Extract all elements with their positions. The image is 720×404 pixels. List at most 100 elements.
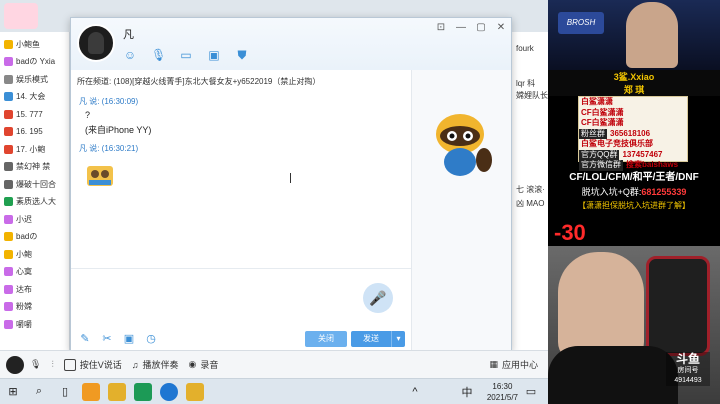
send-button[interactable]: 发送 ▾ [351, 331, 405, 347]
channel-list-item[interactable]: 16. 195 [4, 126, 70, 138]
channel-list-item[interactable]: 爆破十回合 [4, 178, 70, 190]
taskbar-app-icon[interactable] [134, 382, 152, 401]
send-options-chevron-icon[interactable]: ▾ [391, 331, 405, 347]
font-icon[interactable]: ✎ [79, 333, 91, 345]
image-icon[interactable]: ▣ [123, 333, 135, 345]
channel-list-item[interactable]: 14. 大会 [4, 91, 70, 103]
window-minimize-button[interactable]: — [455, 22, 467, 34]
ime-indicator[interactable]: 中 [457, 382, 477, 402]
gaming-chair-image [646, 256, 710, 356]
user-badge-icon [4, 232, 13, 241]
grid-icon: ▦ [489, 359, 498, 369]
equalizer-button[interactable]: ⫶ [51, 359, 53, 370]
shield-icon[interactable]: ⛊ [235, 48, 249, 62]
search-icon[interactable]: ⌕ [29, 382, 49, 402]
taskbar-app-icon[interactable] [160, 382, 178, 401]
streamer-face-image [626, 2, 678, 68]
user-badge-icon [4, 284, 13, 294]
channel-list-item[interactable]: badの [4, 231, 70, 243]
mic-button[interactable]: 🎙 [30, 359, 41, 370]
channel-list-label: 小鲍 [16, 249, 32, 259]
windows-taskbar: ⊞ ⌕ ▯ ^ 中 16:30 2021/5/7 ▭ [0, 378, 548, 404]
channel-list-label: 粉嫦 [16, 302, 32, 311]
send-button-label[interactable]: 发送 [351, 331, 391, 347]
contact-avatar[interactable] [77, 24, 115, 62]
streamer-photo: BROSH [548, 0, 720, 70]
user-avatar[interactable] [6, 355, 24, 374]
taskbar-yy-icon[interactable] [108, 382, 126, 401]
app-center-label: 应用中心 [501, 360, 538, 370]
user-badge-icon [4, 162, 13, 171]
app-logo-icon [4, 3, 38, 29]
emoji-menu-icon[interactable]: ☺ [123, 48, 137, 62]
message-line: ? [85, 110, 91, 120]
window-pin-button[interactable]: ⊡ [435, 22, 447, 34]
window-controls: ⊡ — ▢ ✕ [435, 22, 507, 34]
channel-list-item[interactable]: 小迟 [4, 213, 70, 225]
user-badge-icon [4, 92, 13, 101]
channel-notice: 所在频道: (108)[穿越火线菁手]东北大餐女友+y6522019（禁止对掏） [77, 77, 321, 86]
channel-list-item[interactable]: 心寞 [4, 266, 70, 278]
private-chat-window: 凡 ☺ 🎙 ▭ ▣ ⛊ ⊡ — ▢ ✕ 所在频道: (108)[穿越火线菁手]东… [70, 17, 512, 351]
taskbar-app-icon[interactable] [82, 382, 100, 401]
taskbar-yy-icon[interactable] [186, 382, 204, 401]
record-label: 录音 [200, 360, 219, 370]
channel-list-label: 爆破十回合 [16, 179, 56, 189]
info-row: 白鲨潇潇 [579, 97, 687, 108]
channel-list-item[interactable]: 禁幻神 禁 [4, 161, 70, 173]
app-center-button[interactable]: ▦ 应用中心 [489, 358, 538, 371]
windows-start-icon[interactable]: ⊞ [3, 382, 23, 402]
channel-list-item[interactable]: 娱乐模式 [4, 73, 70, 85]
channel-list-item[interactable]: badの Yxia [4, 56, 70, 68]
info-key: 官方QQ群 [579, 149, 620, 160]
voice-menu-icon[interactable]: 🎙 [151, 48, 166, 62]
streamer-real-name: 郑 琪 [548, 84, 720, 96]
promo-line: 脱坑入坑+Q群:681255339 [548, 185, 720, 198]
chat-header-tools: ☺ 🎙 ▭ ▣ ⛊ [123, 48, 249, 62]
channel-list-label: 禁幻神 禁 [16, 162, 51, 171]
channel-list-item[interactable]: 素质选人大 [4, 196, 70, 208]
channel-list-item[interactable]: 达布 [4, 283, 70, 295]
notification-icon[interactable]: ▭ [521, 382, 541, 402]
close-button[interactable]: 关闭 [305, 331, 347, 347]
user-badge-icon [4, 249, 13, 259]
douyu-logo: 斗鱼 [675, 352, 700, 366]
channel-list-label: 15. 777 [16, 109, 43, 119]
user-badge-icon [4, 57, 13, 66]
task-view-icon[interactable]: ▯ [55, 382, 75, 402]
folder-menu-icon[interactable]: ▭ [179, 48, 193, 62]
message-history[interactable]: 所在频道: (108)[穿越火线菁手]东北大餐女友+y6522019（禁止对掏）… [71, 70, 411, 268]
push-to-talk-toggle[interactable]: 按住V说话 [63, 358, 122, 371]
picture-icon[interactable]: ▣ [207, 48, 221, 62]
info-row: CF白鲨潇潇 [579, 108, 687, 119]
channel-list-item[interactable]: 17. 小鲍 [4, 143, 70, 155]
record-button[interactable]: ◉ 录音 [188, 358, 218, 371]
tray-expand-icon[interactable]: ^ [405, 382, 425, 402]
message-meta: 凡 说: (16:30:21) [79, 144, 139, 153]
voice-record-button[interactable]: 🎤 [363, 283, 393, 313]
yy-mascot-image [436, 114, 492, 176]
chat-side-panel [411, 70, 511, 350]
system-clock[interactable]: 16:30 2021/5/7 [487, 381, 518, 403]
channel-list-item[interactable]: 小鲍鱼 [4, 38, 70, 50]
record-icon: ◉ [188, 359, 197, 369]
background-right-strip: fourk lqr 科嫦娌队长七 滚滚· 凶 MAO [512, 32, 548, 350]
message-input-area[interactable]: 🎤 ✎ ✂ ▣ ◷ 关闭 发送 ▾ [71, 268, 411, 350]
message-meta: 凡 说: (16:30:09) [79, 97, 139, 106]
channel-list-item[interactable]: 粉嫦 [4, 301, 70, 313]
sticker-image[interactable] [85, 160, 115, 188]
channel-list-item[interactable]: 嚼嚼 [4, 318, 70, 330]
window-close-button[interactable]: ✕ [495, 22, 507, 34]
info-value: 白鲨潇潇 [581, 97, 613, 106]
channel-list-item[interactable]: 小鲍 [4, 248, 70, 260]
clock-date: 2021/5/7 [486, 393, 518, 402]
checkbox-icon[interactable] [63, 358, 76, 371]
channel-list-label: 小迟 [16, 214, 32, 224]
room-id: 4914493 [674, 377, 702, 384]
info-key: 粉丝群 [579, 128, 607, 139]
scissors-icon[interactable]: ✂ [101, 333, 113, 345]
window-maximize-button[interactable]: ▢ [475, 22, 487, 34]
channel-list-item[interactable]: 15. 777 [4, 108, 70, 120]
play-accompaniment-button[interactable]: ♫ 播放伴奏 [132, 358, 179, 371]
history-icon[interactable]: ◷ [145, 333, 157, 345]
